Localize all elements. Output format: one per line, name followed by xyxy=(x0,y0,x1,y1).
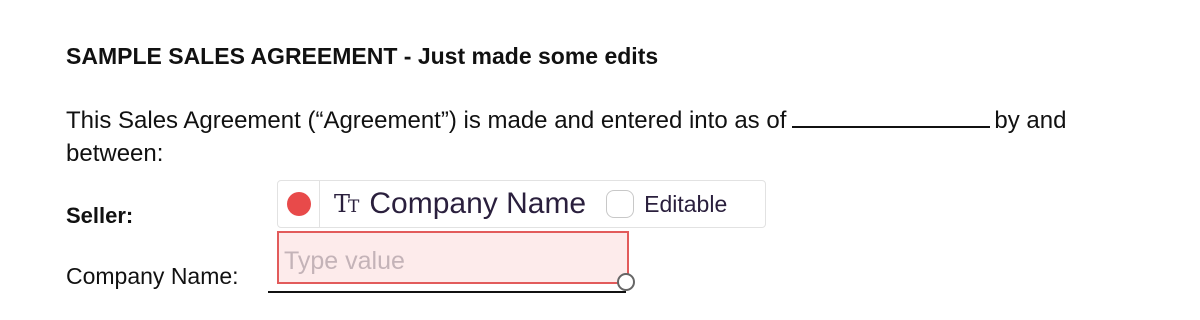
intro-paragraph: This Sales Agreement (“Agreement”) is ma… xyxy=(66,104,1156,170)
document-title: SAMPLE SALES AGREEMENT - Just made some … xyxy=(66,43,659,69)
field-status-cell[interactable] xyxy=(278,181,320,227)
date-blank-line xyxy=(792,104,991,128)
editable-label: Editable xyxy=(644,190,728,217)
intro-text: This Sales Agreement (“Agreement”) is ma… xyxy=(66,107,787,134)
editable-checkbox[interactable] xyxy=(606,190,635,218)
field-name-label: Company Name xyxy=(369,187,587,220)
editable-toggle[interactable]: Editable xyxy=(606,190,727,218)
field-status-dot-icon[interactable] xyxy=(286,192,311,216)
field-value-input[interactable] xyxy=(277,231,629,284)
text-type-icon: TT xyxy=(334,190,359,218)
resize-handle[interactable] xyxy=(617,273,635,291)
seller-label: Seller: xyxy=(66,203,134,228)
field-type-selector[interactable]: TT Company Name xyxy=(320,181,586,227)
company-name-label: Company Name: xyxy=(66,263,239,289)
field-toolbar: TT Company Name Editable xyxy=(277,180,766,228)
company-name-blank-line xyxy=(268,291,626,293)
